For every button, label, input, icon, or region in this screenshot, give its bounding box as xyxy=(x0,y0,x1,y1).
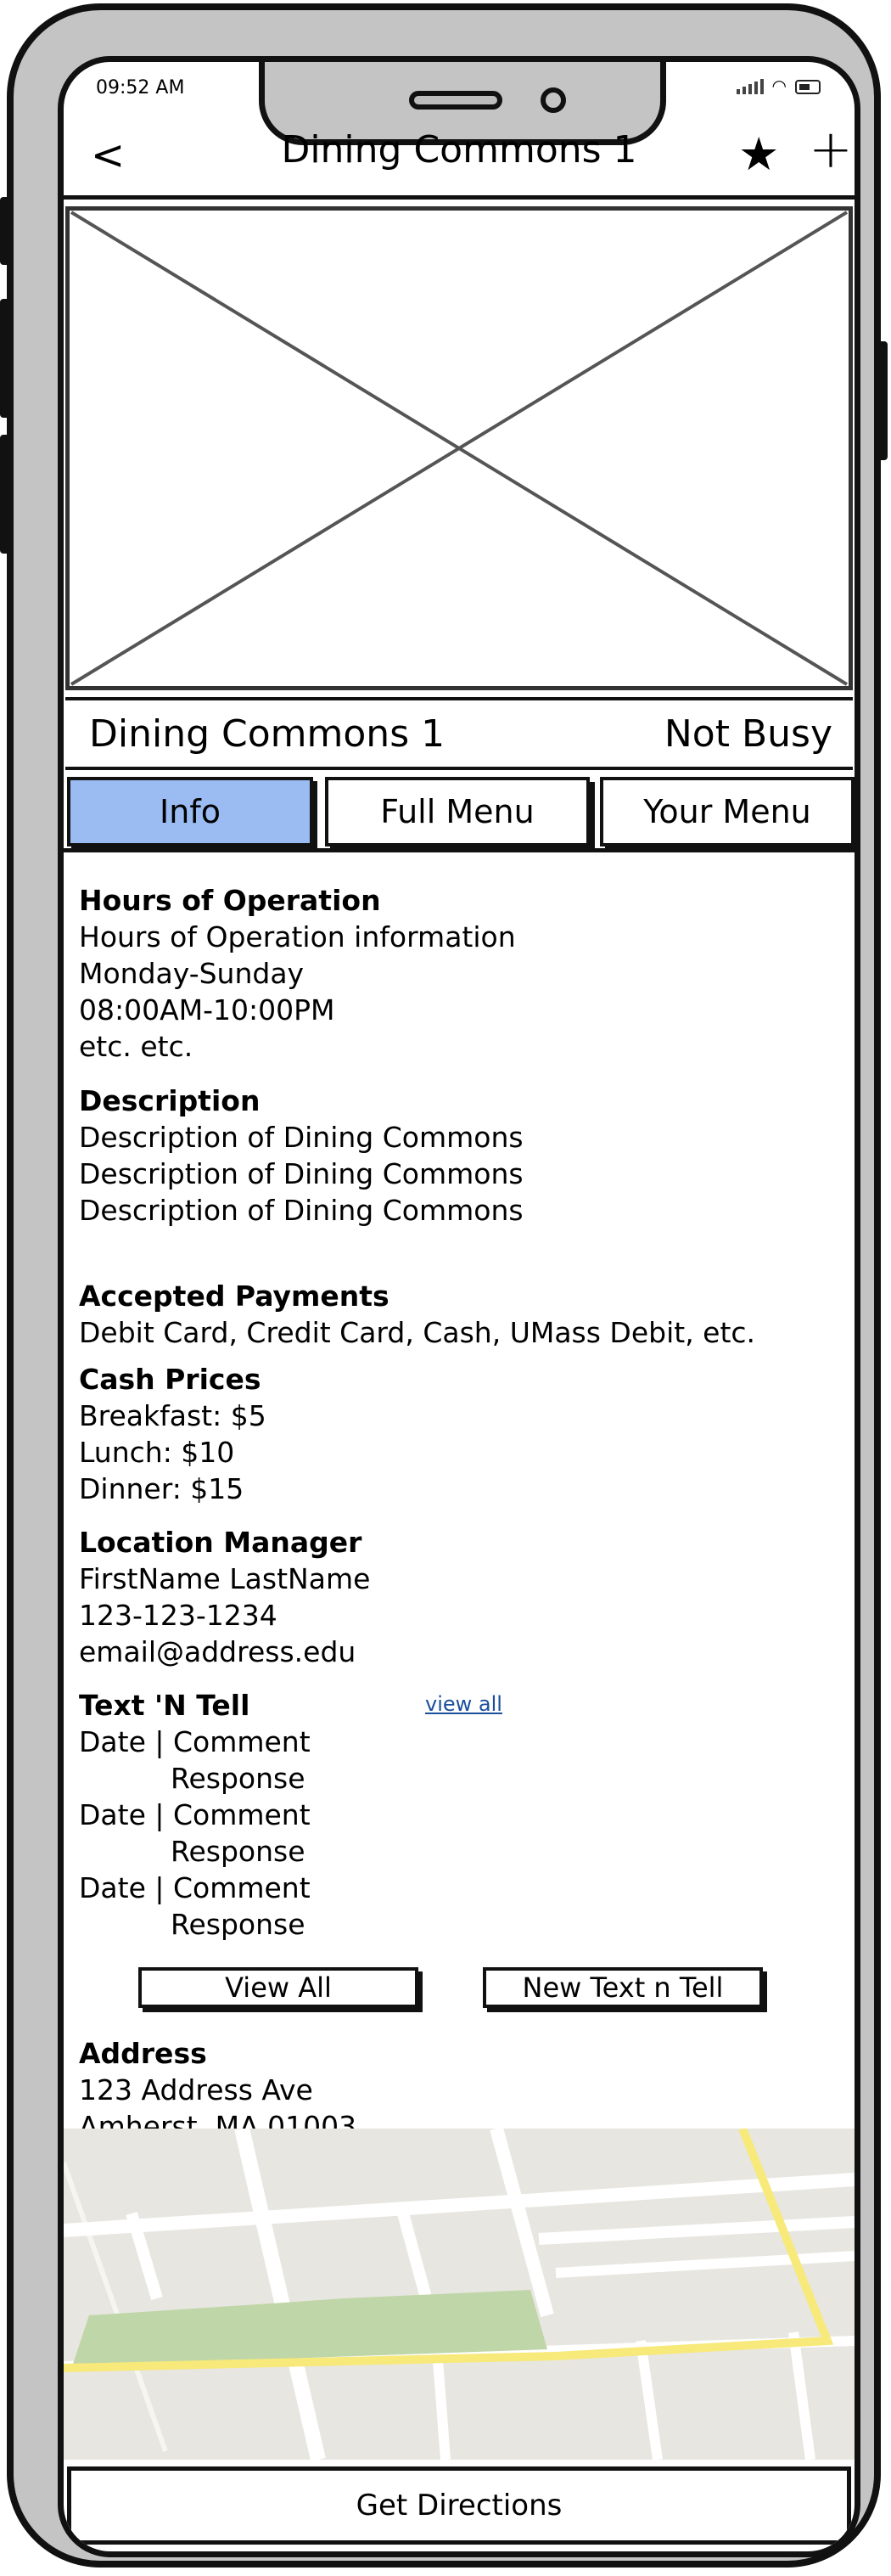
response-line: Response xyxy=(171,1835,305,1868)
comment-line: Date | Comment xyxy=(79,1798,311,1831)
volume-up-button xyxy=(0,299,10,418)
section-line: Description of Dining Commons xyxy=(79,1194,524,1227)
text-n-tell-section: Text 'N Tell Date | Comment Response Dat… xyxy=(79,1687,843,1943)
section-title: Cash Prices xyxy=(79,1363,261,1396)
tab-full-menu[interactable]: Full Menu xyxy=(325,777,590,846)
section-line: 123-123-1234 xyxy=(79,1599,277,1632)
section-line: FirstName LastName xyxy=(79,1562,371,1595)
location-map[interactable] xyxy=(64,2129,855,2460)
camera xyxy=(541,87,566,113)
description-section: Description Description of Dining Common… xyxy=(79,1083,524,1229)
app-header: < Dining Commons 1 ★ + xyxy=(64,115,855,200)
section-title: Hours of Operation xyxy=(79,884,381,917)
location-name: Dining Commons 1 xyxy=(89,712,446,756)
response-line: Response xyxy=(171,1762,305,1795)
mute-switch xyxy=(0,197,10,265)
section-title: Location Manager xyxy=(79,1526,362,1559)
tab-info[interactable]: Info xyxy=(67,777,313,846)
section-line: Description of Dining Commons xyxy=(79,1157,524,1190)
status-icons: ◠ xyxy=(736,76,821,96)
manager-section: Location Manager FirstName LastName 123-… xyxy=(79,1524,370,1670)
section-line: email@address.edu xyxy=(79,1635,356,1668)
section-title: Description xyxy=(79,1084,261,1117)
comment-line: Date | Comment xyxy=(79,1725,311,1758)
prices-section: Cash Prices Breakfast: $5 Lunch: $10 Din… xyxy=(79,1361,266,1507)
response-line: Response xyxy=(171,1908,305,1941)
busyness-status: Not Busy xyxy=(664,712,832,756)
phone-frame: 09:52 AM ◠ < Dining Commons 1 ★ + Dining… xyxy=(0,3,888,2568)
section-line: 08:00AM-10:00PM xyxy=(79,993,335,1026)
tab-your-menu[interactable]: Your Menu xyxy=(600,777,855,846)
wifi-icon: ◠ xyxy=(771,76,787,96)
status-time: 09:52 AM xyxy=(96,77,185,98)
page-title: Dining Commons 1 xyxy=(281,128,637,172)
comment-line: Date | Comment xyxy=(79,1871,311,1904)
location-name-bar: Dining Commons 1 Not Busy xyxy=(65,697,853,770)
section-title: Accepted Payments xyxy=(79,1280,389,1313)
section-line: Breakfast: $5 xyxy=(79,1399,266,1432)
map-graphic xyxy=(64,2129,855,2460)
get-directions-button[interactable]: Get Directions xyxy=(67,2466,851,2545)
section-line: Monday-Sunday xyxy=(79,957,305,990)
tab-divider xyxy=(64,848,855,852)
hero-image-placeholder xyxy=(65,206,853,690)
volume-down-button xyxy=(0,435,10,554)
view-all-button[interactable]: View All xyxy=(138,1967,418,2008)
speaker xyxy=(409,91,502,110)
signal-icon xyxy=(736,79,764,94)
power-button xyxy=(877,341,888,460)
section-title: Address xyxy=(79,2037,207,2070)
section-line: Debit Card, Credit Card, Cash, UMass Deb… xyxy=(79,1316,756,1349)
screen: 09:52 AM ◠ < Dining Commons 1 ★ + Dining… xyxy=(58,56,860,2557)
image-placeholder-icon xyxy=(70,211,849,686)
section-line: 123 Address Ave xyxy=(79,2073,313,2106)
section-line: Lunch: $10 xyxy=(79,1436,235,1469)
payments-section: Accepted Payments Debit Card, Credit Car… xyxy=(79,1278,755,1351)
section-line: Description of Dining Commons xyxy=(79,1121,524,1154)
view-all-link[interactable]: view all xyxy=(425,1692,502,1716)
section-line: Dinner: $15 xyxy=(79,1472,244,1505)
section-line: Hours of Operation information xyxy=(79,920,516,953)
battery-icon xyxy=(795,80,821,94)
section-line: etc. etc. xyxy=(79,1030,193,1063)
star-icon[interactable]: ★ xyxy=(738,132,779,177)
plus-icon[interactable]: + xyxy=(809,123,853,176)
hours-section: Hours of Operation Hours of Operation in… xyxy=(79,882,516,1065)
new-text-n-tell-button[interactable]: New Text n Tell xyxy=(483,1967,763,2008)
